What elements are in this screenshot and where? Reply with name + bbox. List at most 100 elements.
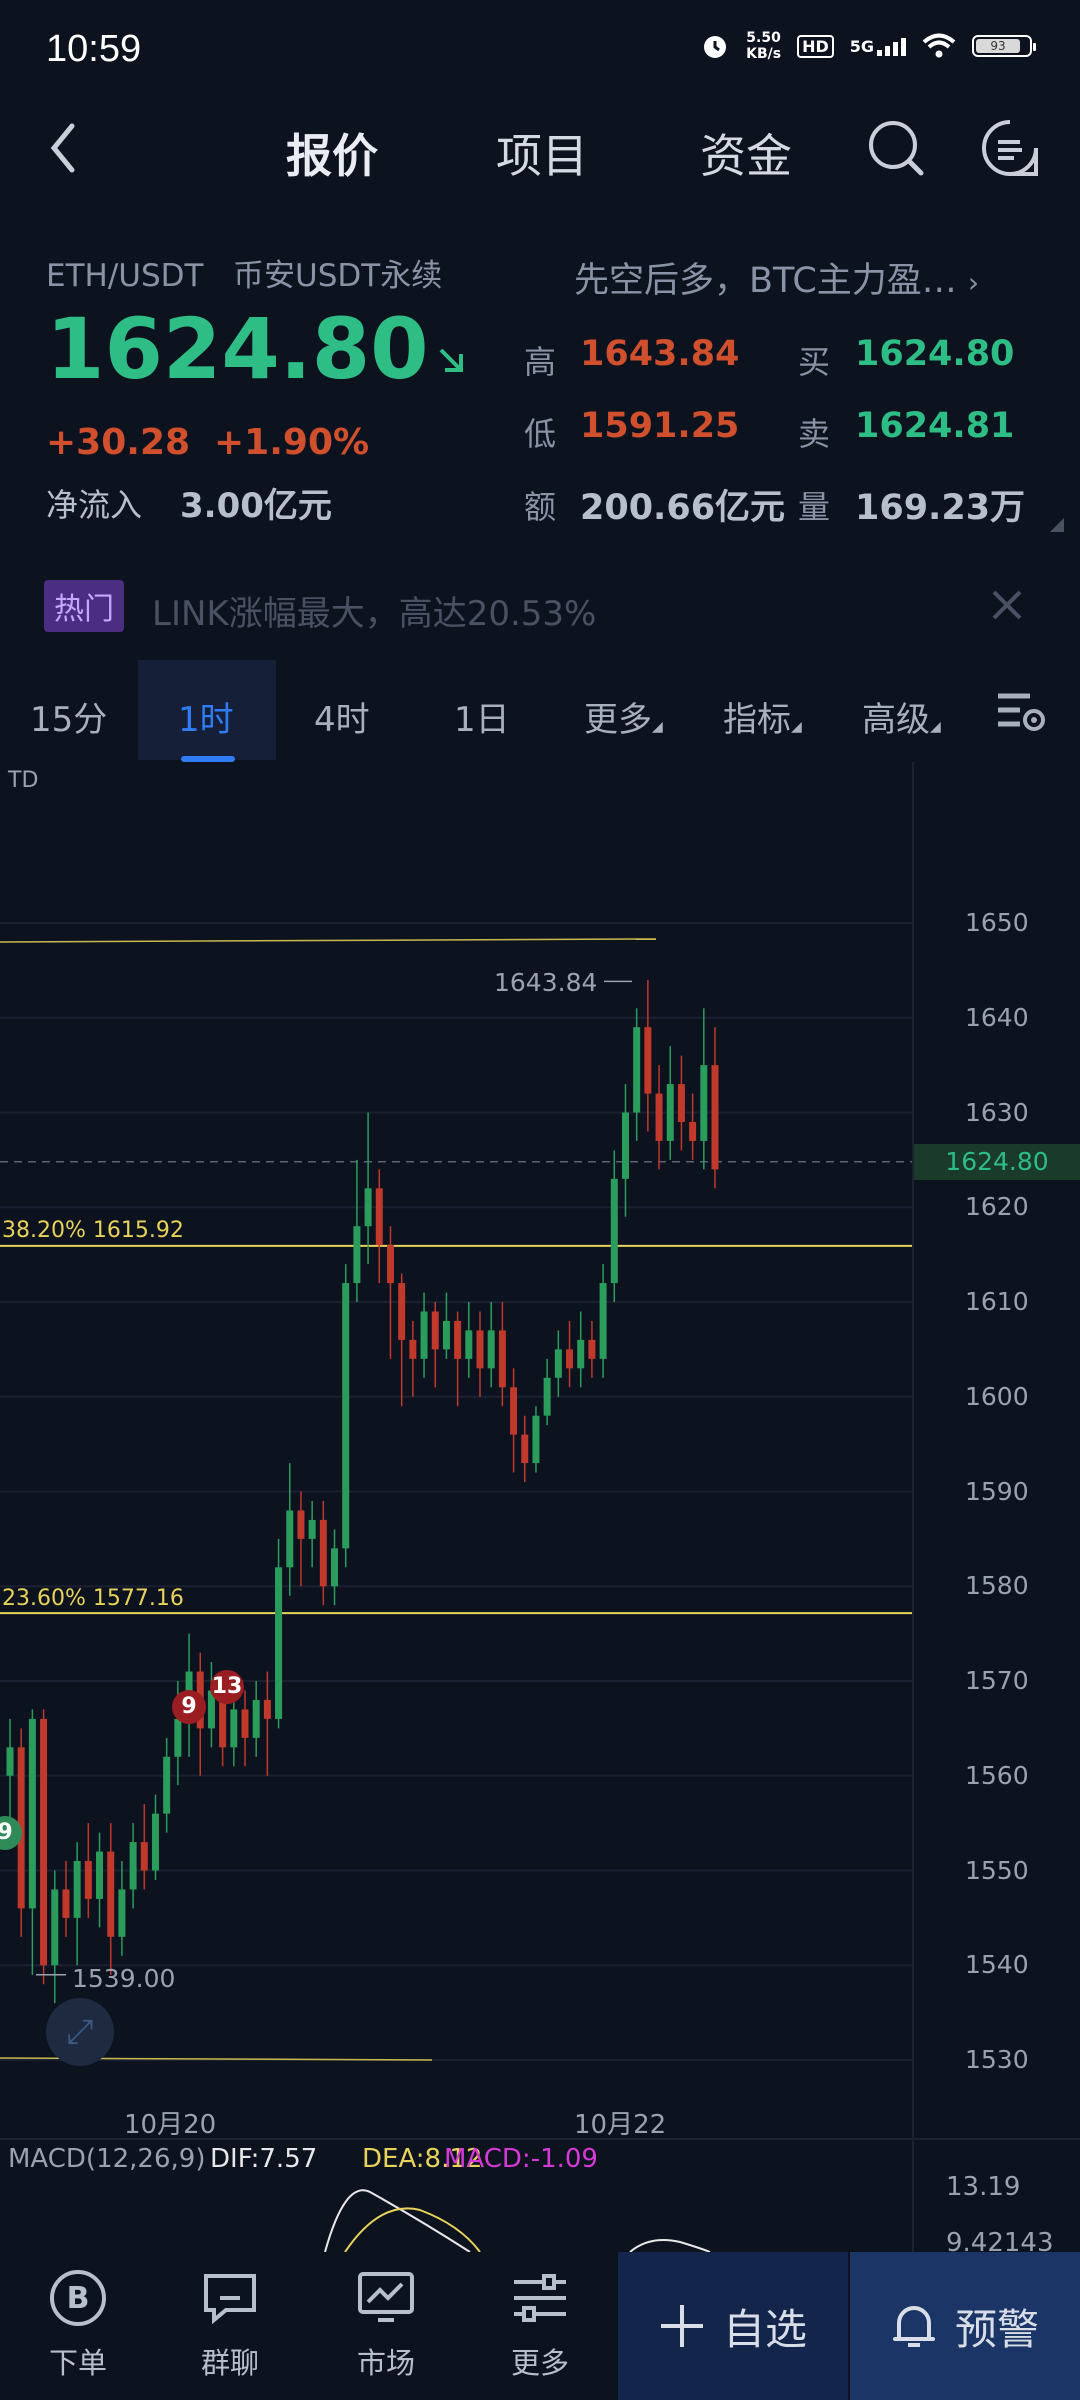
low-label: 低 [524, 415, 557, 453]
bottom-nav-market[interactable]: 市场 [326, 2262, 446, 2382]
hot-news-text[interactable]: LINK涨幅最大，高达20.53% [152, 586, 596, 635]
volume-label: 量 [798, 488, 831, 526]
candle-body [174, 1718, 182, 1757]
add-favorite-button[interactable]: 自选 [618, 2252, 848, 2400]
wifi-icon [922, 33, 956, 58]
plus-icon [660, 2305, 703, 2347]
candle-body [84, 1861, 92, 1899]
amount-label: 额 [524, 488, 557, 526]
y-axis-label: 1620 [965, 1192, 1029, 1222]
candle-body [230, 1709, 238, 1748]
candle-body [151, 1813, 159, 1871]
candle-body [107, 1851, 115, 1937]
candle-body [409, 1339, 417, 1359]
expand-corner-icon[interactable] [1050, 518, 1064, 532]
candle-body [6, 1747, 14, 1776]
candle-body [420, 1311, 428, 1359]
candle-body [331, 1548, 339, 1587]
tab-advanced[interactable]: 高级◢ [862, 692, 941, 741]
candle-body [364, 1188, 372, 1227]
x-label-1: 10月20 [124, 2110, 217, 2140]
price-alert-button[interactable]: 预警 [850, 2252, 1080, 2400]
y-axis-label: 1580 [965, 1571, 1029, 1601]
close-icon[interactable] [990, 588, 1024, 622]
tab-1d[interactable]: 1日 [454, 692, 510, 741]
bottom-nav-chat[interactable]: 群聊 [170, 2262, 290, 2382]
amount-value: 200.66亿元 [580, 488, 786, 528]
y-axis-label: 1530 [965, 2045, 1029, 2074]
expand-icon[interactable]: ⤢ [46, 1998, 114, 2066]
macd-divider [0, 2138, 1080, 2140]
bottom-nav-order[interactable]: B 下单 [18, 2262, 138, 2382]
battery-icon: 93 [972, 35, 1036, 57]
candle-body [465, 1330, 473, 1359]
tab-funds[interactable]: 资金 [700, 120, 792, 186]
td-marker-9: 9 [172, 1690, 206, 1724]
y-axis-label: 1610 [965, 1287, 1029, 1316]
candle-body [655, 1093, 663, 1141]
bitcoin-icon: B [50, 2270, 106, 2326]
news-headline-link[interactable]: 先空后多，BTC主力盈… › [574, 252, 979, 303]
candle-body [588, 1339, 596, 1359]
candle-body [386, 1245, 394, 1284]
dropdown-triangle-icon: ◢ [930, 719, 941, 735]
candle-body [51, 1889, 59, 1966]
candle-body [666, 1084, 674, 1141]
bid-value: 1624.80 [855, 334, 1015, 374]
candle-body [62, 1889, 70, 1918]
candle-body [498, 1330, 506, 1388]
search-icon[interactable] [866, 118, 926, 178]
candle-body [96, 1851, 104, 1899]
status-time: 10:59 [46, 28, 142, 70]
macd-dif-line [324, 2189, 471, 2253]
dropdown-triangle-icon: ◢ [791, 719, 802, 735]
candle-body [644, 1027, 652, 1094]
candle-body [275, 1567, 283, 1719]
trend-line-upper [0, 938, 657, 943]
tab-1h[interactable]: 1时 [178, 692, 234, 741]
alarm-icon [704, 36, 727, 58]
netflow-value: 3.00亿元 [180, 486, 332, 526]
candle-body [700, 1065, 708, 1141]
candle-body [689, 1121, 697, 1141]
macd-chart [324, 2189, 711, 2253]
bid-label: 买 [798, 343, 831, 381]
last-price: 1624.80 [46, 300, 469, 398]
y-axis-label: 1590 [965, 1476, 1029, 1506]
high-label: 高 [524, 343, 557, 381]
y-axis-label: 1640 [965, 1002, 1029, 1032]
candle-body [375, 1188, 383, 1246]
message-menu-icon[interactable] [980, 118, 1040, 178]
macd-dif-line-2 [629, 2239, 711, 2253]
high-marker-label: 1643.84 [494, 968, 598, 997]
candle-body [241, 1709, 249, 1738]
candle-body [599, 1283, 607, 1359]
tab-4h[interactable]: 4时 [314, 692, 370, 741]
y-axis-label: 1540 [965, 1950, 1029, 1980]
low-marker-label: 1539.00 [72, 1964, 176, 1993]
chevron-right-icon: › [967, 266, 980, 299]
chevron-left-icon[interactable] [48, 122, 78, 174]
dropdown-triangle-icon: ◢ [652, 719, 663, 735]
tab-15m[interactable]: 15分 [30, 692, 107, 741]
tab-more[interactable]: 更多◢ [584, 692, 663, 741]
y-axis-label: 1650 [965, 908, 1029, 937]
tab-project[interactable]: 项目 [496, 120, 588, 186]
hd-badge: HD [797, 34, 834, 58]
fib-236-label: 23.60% 1577.16 [2, 1586, 184, 1611]
volume-value: 169.23万 [855, 488, 1026, 528]
more-sliders-icon [514, 2274, 566, 2322]
market-chart-icon [358, 2272, 414, 2322]
candle-body [431, 1311, 439, 1350]
chart-settings-icon[interactable] [996, 690, 1048, 734]
candle-body [398, 1283, 406, 1340]
y-axis-label: 1600 [965, 1381, 1029, 1411]
fib-382-label: 38.20% 1615.92 [2, 1218, 184, 1243]
price-axis-divider [912, 762, 914, 2252]
candle-body [263, 1699, 271, 1719]
tab-quote[interactable]: 报价 [286, 120, 378, 186]
bell-icon [892, 2306, 935, 2347]
chat-icon [204, 2274, 256, 2325]
bottom-nav-more[interactable]: 更多 [480, 2262, 600, 2382]
tab-indicators[interactable]: 指标◢ [723, 692, 802, 741]
